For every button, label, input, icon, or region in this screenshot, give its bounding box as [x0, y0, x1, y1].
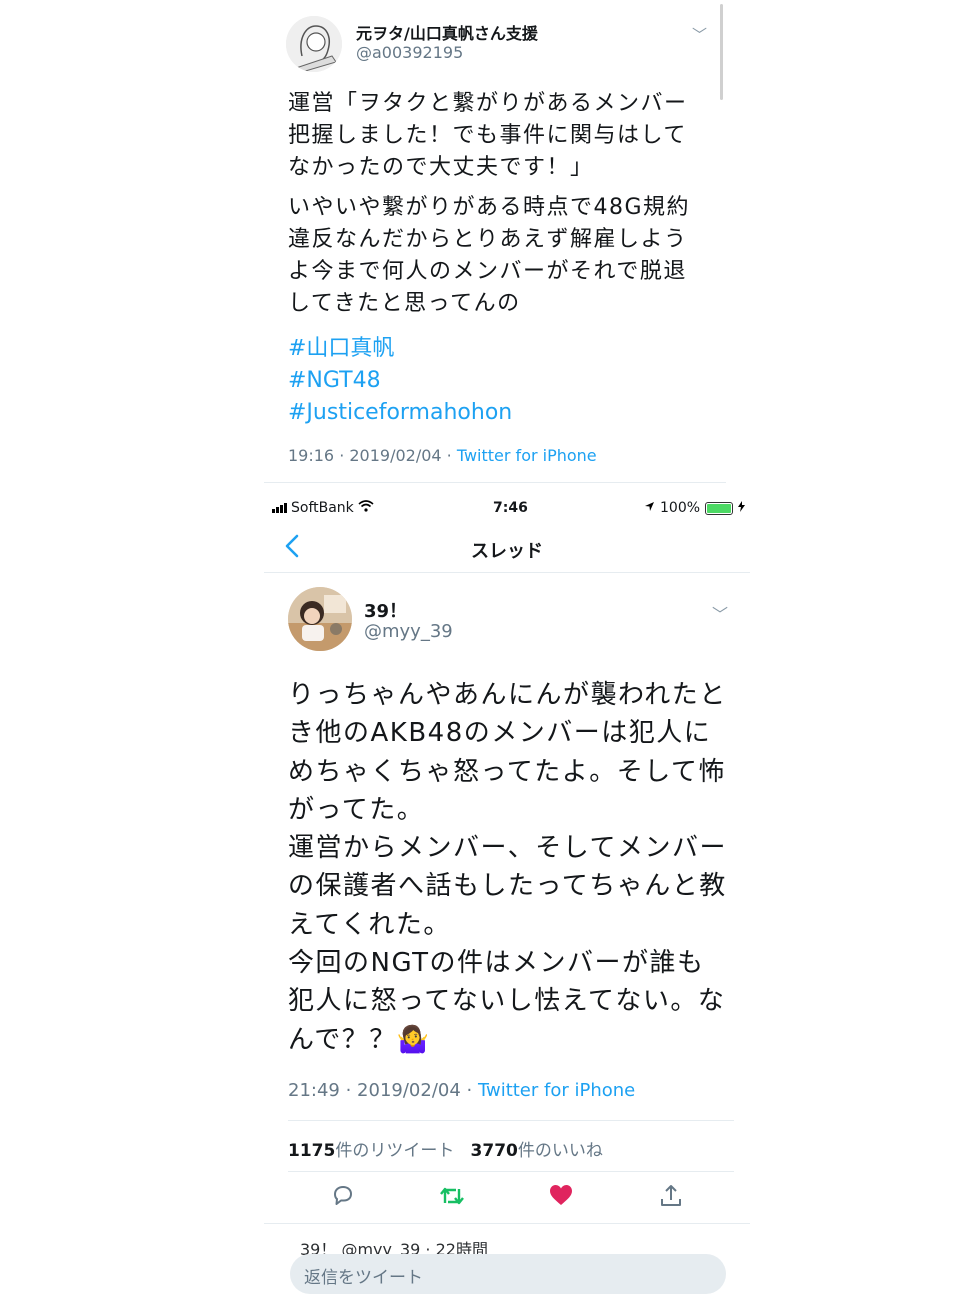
retweet-label[interactable]: 件のリツイート	[335, 1141, 454, 1161]
source-link[interactable]: Twitter for iPhone	[478, 1080, 635, 1101]
display-name[interactable]: 39！	[364, 597, 407, 623]
status-bar: SoftBank 7:46 100%	[264, 496, 750, 522]
divider	[288, 1171, 734, 1172]
chevron-down-icon[interactable]: ﹀	[712, 601, 728, 625]
carrier-info: SoftBank	[272, 500, 374, 516]
user-handle[interactable]: @myy_39	[364, 621, 453, 642]
location-arrow-icon	[644, 500, 655, 516]
like-heart-icon[interactable]	[548, 1183, 578, 1213]
divider	[264, 1223, 750, 1224]
battery-percent: 100%	[660, 500, 701, 516]
timestamp-text: 21:49 · 2019/02/04 ·	[288, 1080, 478, 1101]
hashtag-link[interactable]: #山口真帆	[288, 333, 512, 365]
avatar[interactable]	[288, 587, 352, 651]
tweet-text: 運営「ヲタクと繋がりがあるメンバー把握しました！でも事件に関与はしてなかったので…	[288, 88, 708, 320]
avatar[interactable]	[286, 16, 342, 72]
tweet-text: りっちゃんやあんにんが襲われたとき他のAKB48のメンバーは犯人にめちゃくちゃ怒…	[288, 680, 727, 1055]
chevron-down-icon[interactable]: ﹀	[692, 24, 707, 45]
charging-icon	[738, 500, 746, 516]
clock: 7:46	[493, 500, 528, 516]
battery-icon	[705, 501, 734, 515]
battery-info: 100%	[644, 500, 746, 516]
page-title: スレッド	[471, 541, 543, 562]
top-tweet-card: 元ヲタ/山口真帆さん支援 @a00392195 ﹀ 運営「ヲタクと繋がりがあるメ…	[264, 0, 726, 485]
like-count[interactable]: 3770	[471, 1141, 518, 1161]
tweet-stats: 1175件のリツイート 3770件のいいね	[288, 1136, 603, 1161]
carrier-name: SoftBank	[291, 500, 354, 516]
reply-icon[interactable]	[330, 1183, 360, 1213]
display-name[interactable]: 元ヲタ/山口真帆さん支援	[356, 20, 538, 44]
source-link[interactable]: Twitter for iPhone	[457, 446, 597, 465]
hashtag-link[interactable]: #NGT48	[288, 365, 512, 397]
tweet-timestamp: 21:49 · 2019/02/04 · Twitter for iPhone	[288, 1080, 635, 1101]
timestamp-text: 19:16 · 2019/02/04 ·	[288, 446, 457, 465]
reply-input[interactable]: 返信をツイート	[290, 1254, 726, 1294]
share-icon[interactable]	[658, 1183, 688, 1213]
tweet-paragraph: いやいや繋がりがある時点で48G規約違反なんだからとりあえず解雇しようよ今まで何…	[288, 195, 691, 316]
main-tweet: 39！ @myy_39 ﹀ りっちゃんやあんにんが襲われたとき他のAKB48のメ…	[264, 573, 750, 1253]
divider	[288, 1120, 734, 1121]
retweet-icon[interactable]	[438, 1183, 468, 1213]
scrollbar[interactable]	[720, 4, 723, 100]
tweet-timestamp: 19:16 · 2019/02/04 · Twitter for iPhone	[288, 446, 597, 465]
retweet-count[interactable]: 1175	[288, 1141, 335, 1161]
signal-icon	[272, 503, 287, 513]
nav-bar: スレッド	[264, 524, 750, 573]
tweet-paragraph: 運営「ヲタクと繋がりがあるメンバー把握しました！でも事件に関与はしてなかったので…	[288, 91, 688, 180]
like-label[interactable]: 件のいいね	[518, 1141, 603, 1161]
user-handle[interactable]: @a00392195	[356, 43, 463, 62]
hashtag-link[interactable]: #Justiceformahohon	[288, 397, 512, 429]
hashtag-list: #山口真帆 #NGT48 #Justiceformahohon	[288, 333, 512, 429]
action-bar	[264, 1183, 750, 1213]
reply-placeholder: 返信をツイート	[304, 1268, 423, 1288]
wifi-icon	[358, 500, 374, 516]
divider	[264, 482, 726, 483]
